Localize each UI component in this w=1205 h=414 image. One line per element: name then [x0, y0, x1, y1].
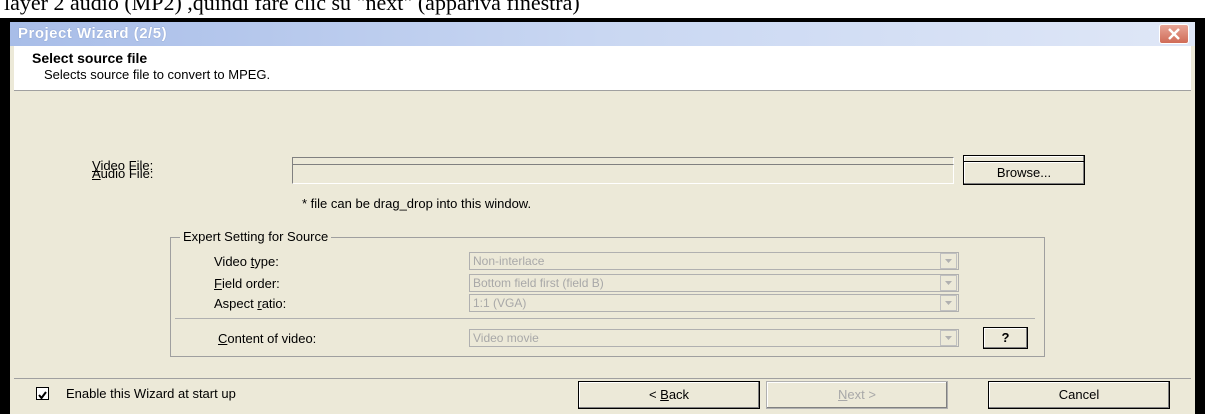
- drag-drop-hint: * file can be drag_drop into this window…: [302, 196, 532, 211]
- content-of-video-label: Content of video:: [218, 331, 317, 346]
- expert-settings-legend: Expert Setting for Source: [180, 229, 332, 244]
- expert-separator: [175, 318, 1035, 319]
- video-type-dropdown[interactable]: [940, 253, 957, 269]
- chevron-down-icon: [945, 281, 952, 285]
- field-order-dropdown[interactable]: [940, 275, 957, 291]
- header-subtitle: Selects source file to convert to MPEG.: [44, 67, 271, 82]
- chevron-down-icon: [945, 336, 952, 340]
- checkmark-icon: [38, 391, 47, 400]
- footer-divider: [14, 378, 1191, 379]
- document-caption-text: layer 2 audio (MP2) ,quindi fare clic su…: [4, 0, 580, 15]
- chevron-down-icon: [945, 301, 952, 305]
- audio-file-label: Audio File:: [92, 166, 154, 181]
- video-type-select[interactable]: Non-interlace: [469, 252, 959, 270]
- content-of-video-dropdown[interactable]: [940, 330, 957, 346]
- content-of-video-select[interactable]: Video movie: [469, 329, 959, 347]
- audio-browse-button[interactable]: Browse...: [963, 161, 1085, 185]
- help-button[interactable]: ?: [983, 327, 1028, 349]
- cancel-button[interactable]: Cancel: [988, 381, 1170, 409]
- enable-wizard-label: Enable this Wizard at start up: [66, 386, 236, 401]
- title-bar[interactable]: Project Wizard (2/5): [10, 22, 1195, 46]
- audio-file-input[interactable]: [292, 164, 954, 184]
- close-button[interactable]: [1159, 24, 1189, 44]
- aspect-ratio-select[interactable]: 1:1 (VGA): [469, 294, 959, 312]
- video-type-label: Video type:: [214, 254, 279, 269]
- chevron-down-icon: [945, 259, 952, 263]
- window-title: Project Wizard (2/5): [18, 25, 168, 42]
- field-order-select[interactable]: Bottom field first (field B): [469, 274, 959, 292]
- window-right-border: [1191, 46, 1195, 414]
- aspect-ratio-dropdown[interactable]: [940, 295, 957, 311]
- aspect-ratio-label: Aspect ratio:: [214, 296, 287, 311]
- field-order-label: Field order:: [214, 276, 280, 291]
- next-button[interactable]: Next >: [766, 381, 948, 409]
- header-title: Select source file: [32, 50, 148, 66]
- enable-wizard-checkbox[interactable]: [36, 387, 49, 400]
- close-icon: [1168, 28, 1180, 40]
- back-button[interactable]: < Back: [578, 381, 760, 409]
